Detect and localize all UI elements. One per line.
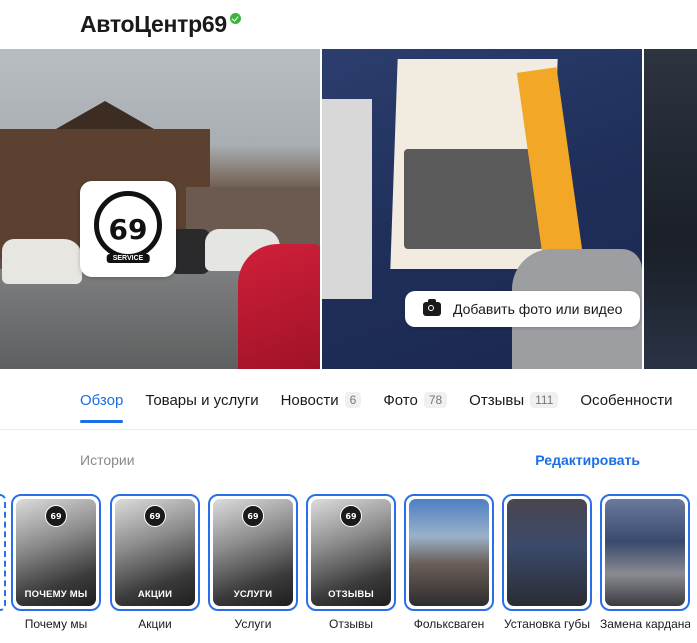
story-ring: 69 УСЛУГИ — [208, 494, 298, 611]
story-ring: 69 ОТЗЫВЫ — [306, 494, 396, 611]
story-overlay-text: АКЦИИ — [137, 589, 173, 600]
story-item[interactable]: Фольксваген — [404, 494, 494, 631]
story-item[interactable]: 69 АКЦИИ Акции — [110, 494, 200, 631]
story-label: Замена кардана — [600, 617, 690, 631]
stories-edit-link[interactable]: Редактировать — [535, 452, 640, 468]
story-item[interactable]: 69 ОТЗЫВЫ Отзывы — [306, 494, 396, 631]
tab-bar: Обзор Товары и услуги Новости 6 Фото 78 … — [80, 375, 694, 425]
add-photo-button[interactable]: Добавить фото или видео — [405, 291, 640, 327]
story-item[interactable]: 69 УСЛУГИ Услуги — [208, 494, 298, 631]
tab-label: Отзывы — [469, 391, 525, 409]
story-thumbnail — [409, 499, 489, 606]
story-thumbnail: 69 АКЦИИ — [115, 499, 195, 606]
tab-count-badge: 78 — [423, 392, 448, 408]
story-thumbnail: 69 ПОЧЕМУ МЫ — [16, 499, 96, 606]
tab-label: Особенности — [580, 391, 673, 409]
car-red — [238, 244, 320, 369]
stories-carousel: 69 ПОЧЕМУ МЫ Почему мы 69 АКЦИИ Акции 69… — [0, 494, 697, 643]
tab-news[interactable]: Новости 6 — [281, 375, 362, 425]
business-logo: 69 SERVICE — [80, 181, 176, 277]
gallery-photo-garage[interactable] — [644, 49, 697, 369]
story-overlay-text: ОТЗЫВЫ — [328, 589, 374, 600]
story-ring: 69 ПОЧЕМУ МЫ — [11, 494, 101, 611]
story-logo-badge: 69 — [45, 505, 67, 527]
tab-goods-services[interactable]: Товары и услуги — [145, 375, 258, 425]
story-thumbnail: 69 ОТЗЫВЫ — [311, 499, 391, 606]
camera-icon — [423, 299, 441, 316]
plastic-bag — [322, 99, 372, 299]
story-ring: 69 АКЦИИ — [110, 494, 200, 611]
brake-shoes — [404, 149, 544, 249]
story-label: Акции — [138, 617, 172, 631]
story-overlay-text: ПОЧЕМУ МЫ — [24, 589, 88, 600]
business-header: АвтоЦентр69 — [80, 8, 241, 40]
tab-reviews[interactable]: Отзывы 111 — [469, 375, 559, 425]
story-thumbnail — [605, 499, 685, 606]
story-logo-badge: 69 — [144, 505, 166, 527]
story-item[interactable]: Замена кардана — [600, 494, 690, 631]
tab-count-badge: 111 — [530, 392, 559, 408]
car-dark — [170, 229, 210, 274]
verified-check-icon — [229, 12, 241, 24]
tabs-divider — [0, 429, 697, 430]
story-label: Фольксваген — [413, 617, 485, 631]
car-white — [2, 239, 82, 284]
tab-label: Обзор — [80, 391, 124, 409]
logo-subtext: SERVICE — [106, 254, 150, 263]
story-ring — [600, 494, 690, 611]
stories-header: Истории Редактировать — [80, 452, 640, 468]
tab-photos[interactable]: Фото 78 — [383, 375, 448, 425]
tab-label: Фото — [383, 391, 418, 409]
stories-title: Истории — [80, 452, 135, 468]
story-add-stub[interactable] — [0, 494, 6, 611]
tab-count-badge: 6 — [344, 392, 362, 408]
story-label: Отзывы — [329, 617, 373, 631]
story-ring — [404, 494, 494, 611]
business-name: АвтоЦентр69 — [80, 10, 227, 37]
story-logo-badge: 69 — [242, 505, 264, 527]
logo-ring — [94, 191, 162, 259]
story-thumbnail — [507, 499, 587, 606]
add-photo-label: Добавить фото или видео — [453, 301, 623, 317]
story-overlay-text: УСЛУГИ — [233, 589, 273, 600]
story-ring — [502, 494, 592, 611]
tab-label: Новости — [280, 391, 339, 409]
story-item[interactable]: 69 ПОЧЕМУ МЫ Почему мы — [11, 494, 101, 631]
story-item[interactable]: Установка губы — [502, 494, 592, 631]
story-logo-badge: 69 — [340, 505, 362, 527]
story-label: Установка губы — [503, 617, 591, 631]
story-label: Услуги — [234, 617, 272, 631]
story-thumbnail: 69 УСЛУГИ — [213, 499, 293, 606]
tab-features[interactable]: Особенности — [580, 375, 672, 425]
tab-overview[interactable]: Обзор — [80, 375, 124, 425]
tab-label: Товары и услуги — [145, 391, 259, 409]
story-label: Почему мы — [24, 617, 88, 631]
